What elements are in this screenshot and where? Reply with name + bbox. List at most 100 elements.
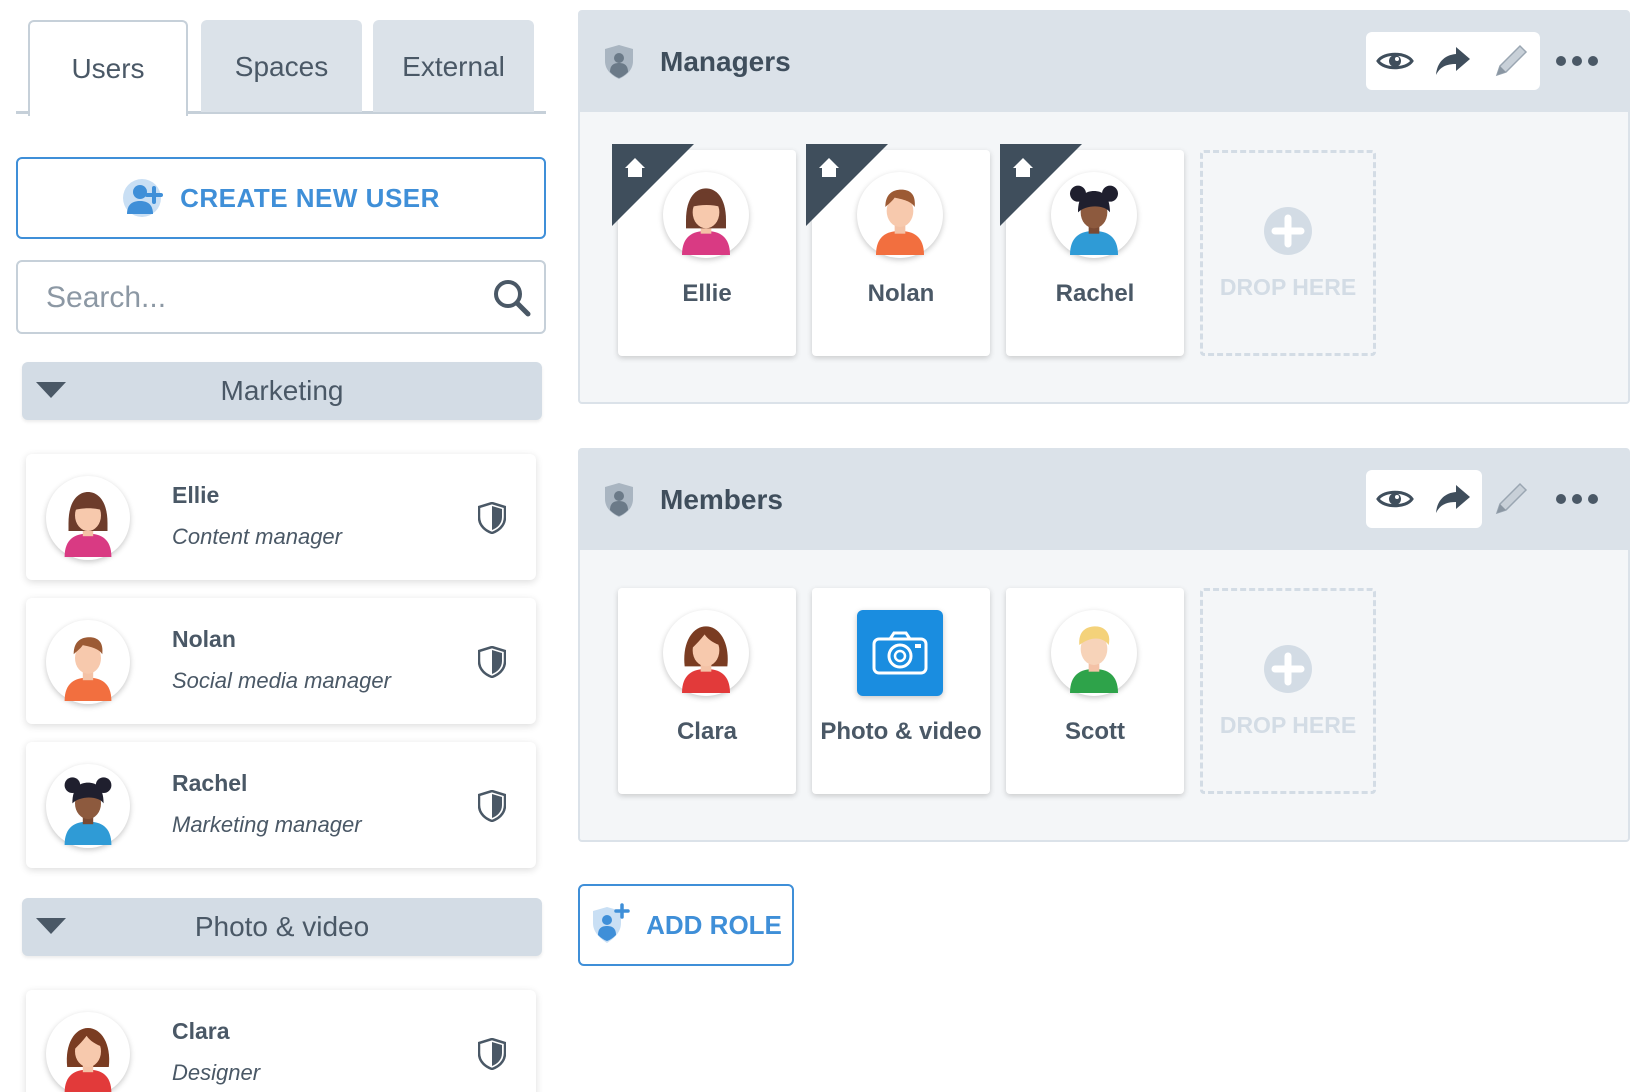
share-arrow-icon [1436,485,1470,513]
member-name: Scott [1065,718,1125,745]
avatar [46,764,130,848]
user-card-clara[interactable]: Clara Designer [26,990,536,1092]
dot-icon [1588,494,1598,504]
role-title: Members [660,484,783,515]
tab-spaces[interactable]: Spaces [201,20,362,112]
share-button[interactable] [1424,32,1482,90]
dot-icon [1556,494,1566,504]
group-header-photo-video[interactable]: Photo & video [22,898,542,956]
user-card-nolan[interactable]: Nolan Social media manager [26,598,536,724]
drop-zone[interactable]: DROP HERE [1200,588,1376,794]
member-name: Nolan [867,280,935,307]
tab-bar: Users Spaces External [16,20,546,116]
member-card-ellie[interactable]: Ellie [612,144,796,356]
view-button[interactable] [1366,470,1424,528]
avatar [1051,610,1137,696]
avatar [857,172,943,258]
user-name: Ellie [172,482,220,508]
member-card-clara[interactable]: Clara [618,588,796,794]
user-role: Designer [172,1060,261,1085]
camera-icon [872,631,928,675]
drop-zone[interactable]: DROP HERE [1200,150,1376,356]
user-role: Social media manager [172,668,391,693]
user-card-rachel[interactable]: Rachel Marketing manager [26,742,536,868]
group-avatar [857,610,943,696]
avatar [1051,172,1137,258]
group-header-marketing[interactable]: Marketing [22,362,542,420]
view-button[interactable] [1366,32,1424,90]
avatar-icon [666,175,746,255]
avatar-icon [860,175,940,255]
edit-button[interactable] [1482,470,1540,528]
caret-down-icon [36,918,66,934]
add-user-icon [123,179,164,217]
create-new-user-label: CREATE NEW USER [180,182,440,213]
member-card-rachel[interactable]: Rachel [1000,144,1184,356]
role-toolbar [1366,32,1540,90]
tab-external[interactable]: External [373,20,534,112]
user-role: Marketing manager [172,812,362,837]
dot-icon [1588,56,1598,66]
role-header: Managers [580,12,1628,112]
member-name: Photo & video [820,718,982,745]
plus-circle-icon [1264,206,1312,255]
member-card-scott[interactable]: Scott [1006,588,1184,794]
role-managers: Managers Ellie Nolan Rachel DROP HERE [578,10,1630,404]
role-shield-icon [605,45,633,79]
add-role-button[interactable]: ADD ROLE [578,884,794,966]
avatar [46,620,130,704]
member-card-photo-video[interactable]: Photo & video [812,588,990,794]
avatar [663,172,749,258]
search-box [16,260,546,334]
user-name: Nolan [172,626,236,652]
eye-icon [1376,52,1414,70]
search-input[interactable] [46,276,466,320]
add-role-shield-icon [593,903,630,943]
drop-label: DROP HERE [1219,273,1357,300]
shield-icon[interactable] [478,790,506,822]
member-name: Rachel [1055,280,1135,307]
more-options-button[interactable] [1556,486,1598,512]
plus-circle-icon [1264,644,1312,693]
shield-icon[interactable] [478,646,506,678]
caret-down-icon [36,382,66,398]
avatar-icon [49,623,127,701]
group-label: Marketing [220,375,344,406]
member-name: Clara [676,718,738,745]
search-icon[interactable] [492,278,532,318]
avatar-icon [1054,613,1134,693]
avatar-icon [49,479,127,557]
shield-icon[interactable] [478,502,506,534]
avatar [46,1012,130,1092]
avatar [46,476,130,560]
pencil-icon [1495,482,1528,515]
edit-button[interactable] [1482,32,1540,90]
tab-users[interactable]: Users [28,20,188,116]
user-card-ellie[interactable]: Ellie Content manager [26,454,536,580]
member-name: Ellie [682,280,732,307]
share-button[interactable] [1424,470,1482,528]
user-name: Rachel [172,770,248,796]
dot-icon [1572,494,1582,504]
add-role-label: ADD ROLE [646,909,782,940]
more-options-button[interactable] [1556,48,1598,74]
eye-icon [1376,490,1414,508]
group-label: Photo & video [194,911,370,942]
pencil-icon [1495,44,1528,77]
avatar [663,610,749,696]
avatar-icon [1054,175,1134,255]
drop-label: DROP HERE [1219,711,1357,738]
shield-icon[interactable] [478,1038,506,1070]
dot-icon [1556,56,1566,66]
dot-icon [1572,56,1582,66]
share-arrow-icon [1436,47,1470,75]
role-header: Members [580,450,1628,550]
avatar-icon [666,613,746,693]
role-toolbar [1366,470,1482,528]
user-name: Clara [172,1018,230,1044]
user-role: Content manager [172,524,342,549]
member-card-nolan[interactable]: Nolan [806,144,990,356]
create-new-user-button[interactable]: CREATE NEW USER [16,157,546,239]
role-shield-icon [605,483,633,517]
role-title: Managers [660,46,791,77]
